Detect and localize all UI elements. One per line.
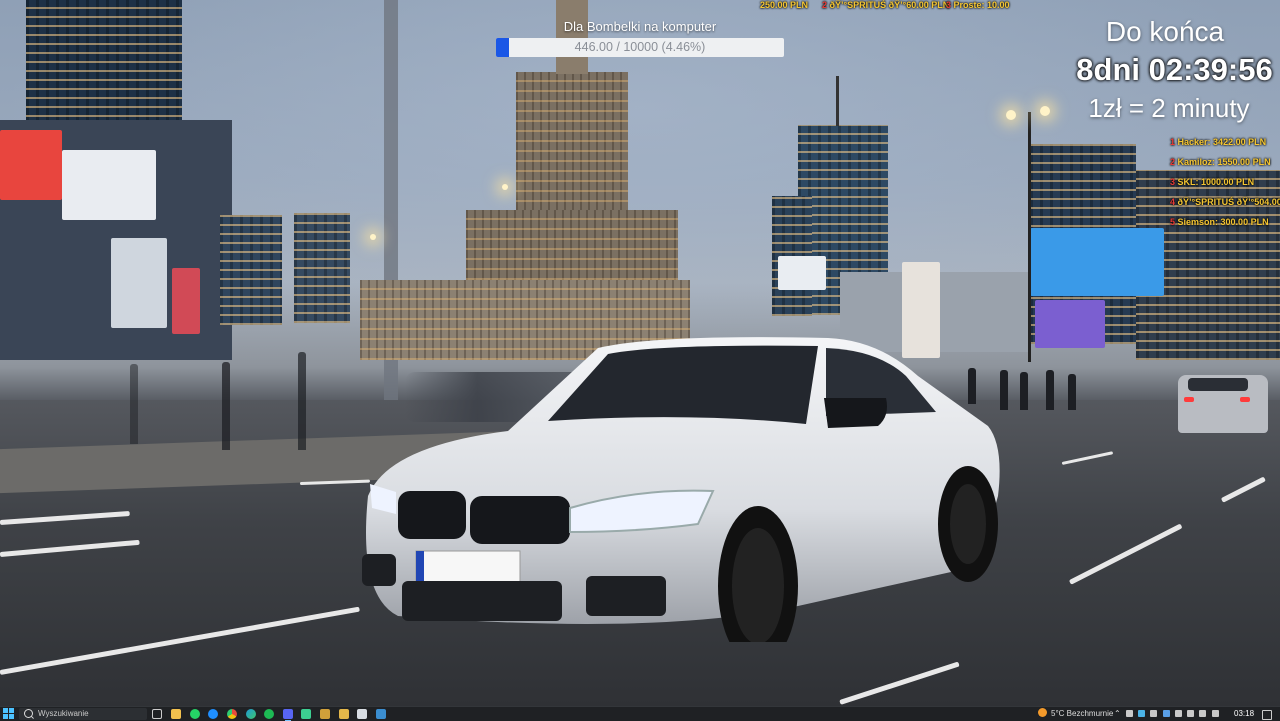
app-icon[interactable] <box>320 709 330 719</box>
whatsapp-icon[interactable] <box>190 709 200 719</box>
tray-app-icon[interactable] <box>1150 710 1158 717</box>
subathon-timer-rate: 1zł = 2 minuty <box>1088 93 1250 123</box>
building <box>836 76 839 126</box>
billboard <box>172 268 200 334</box>
notepad-icon[interactable] <box>357 709 367 719</box>
leaderboard-text: Kamiloz: 1550.00 PLN <box>1177 157 1271 167</box>
palace-spire <box>556 0 588 74</box>
task-view-icon[interactable] <box>152 709 162 719</box>
windows-logo-icon <box>3 714 8 719</box>
lamp-light <box>1040 106 1050 116</box>
leaderboard-row: 1 Hacker: 3422.00 PLN <box>1170 137 1280 157</box>
billboard <box>0 130 62 200</box>
tray-app-icon[interactable] <box>1187 710 1195 717</box>
weather-temp: 5°C <box>1051 709 1065 718</box>
spotify-icon[interactable] <box>264 709 274 719</box>
weather-sun-icon <box>1038 708 1047 717</box>
top-donor-entry: 250.00 PLN <box>760 0 808 10</box>
start-button[interactable] <box>3 708 15 720</box>
search-placeholder: Wyszukiwanie <box>38 709 89 718</box>
bluetooth-icon[interactable] <box>1162 710 1170 717</box>
lamp-light <box>1006 110 1016 120</box>
messenger-icon[interactable] <box>208 709 218 719</box>
leaderboard-text: SKL: 1000.00 PLN <box>1177 177 1255 187</box>
app-icon[interactable] <box>376 709 386 719</box>
leaderboard-text: ðŸ’°SPRITUŚ ðŸ’°504.00 PLN <box>1177 197 1280 207</box>
system-tray: ⌃ <box>1114 707 1222 721</box>
search-icon <box>24 709 33 718</box>
weather-widget[interactable]: 5°C Bezchmurnie <box>1038 707 1113 721</box>
windows-logo-icon <box>3 708 8 713</box>
edge-icon[interactable] <box>246 709 256 719</box>
subathon-timer-label: Do końca <box>1105 16 1225 47</box>
lamp-light <box>370 234 376 240</box>
building <box>294 213 350 323</box>
taskbar: Wyszukiwanie 5°C Bezchmurnie ⌃ 03:18 <box>0 706 1280 721</box>
tray-app-icon[interactable] <box>1174 710 1182 717</box>
donation-goal-progress-bar: 446.00 / 10000 (4.46%) <box>496 38 784 57</box>
windows-logo-icon <box>9 714 14 719</box>
app-icon[interactable] <box>301 709 311 719</box>
pedestrian <box>1020 372 1028 410</box>
donation-goal-title: Dla Bombelki na komputer <box>563 19 717 34</box>
leaderboard-row: 4 ðŸ’°SPRITUŚ ðŸ’°504.00 PLN <box>1170 197 1280 217</box>
pedestrian <box>298 352 306 450</box>
billboard <box>1030 228 1164 296</box>
car-graphic <box>362 337 1000 666</box>
taskbar-clock[interactable]: 03:18 <box>1234 707 1254 721</box>
file-explorer-icon[interactable] <box>171 709 181 719</box>
billboard <box>1035 300 1105 348</box>
lamp-light <box>502 184 508 190</box>
street-lamp <box>1028 112 1031 362</box>
billboard <box>778 256 826 290</box>
app-icon[interactable] <box>339 709 349 719</box>
billboard <box>62 150 156 220</box>
discord-icon[interactable] <box>283 709 293 721</box>
donation-leaderboard: 1 Hacker: 3422.00 PLN 2 Kamiloz: 1550.00… <box>1170 137 1280 237</box>
top-donor-text: Proste: 10.00 <box>953 0 1010 10</box>
billboard <box>111 238 167 328</box>
subathon-timer-value: 8dni 02:39:56 <box>1076 52 1273 87</box>
weather-condition: Bezchmurnie <box>1066 709 1114 718</box>
pedestrian <box>222 362 230 450</box>
leaderboard-rank: 5 <box>1170 217 1176 227</box>
leaderboard-row: 5 Siemson: 300.00 PLN <box>1170 217 1280 237</box>
chevron-up-icon[interactable]: ⌃ <box>1114 707 1121 721</box>
taskbar-search-box[interactable]: Wyszukiwanie <box>19 708 147 720</box>
pedestrian <box>130 364 138 444</box>
notification-icon[interactable] <box>1262 710 1272 720</box>
top-donor-text: 250.00 PLN <box>760 0 809 10</box>
building <box>220 215 282 325</box>
white-sedan <box>358 336 1004 666</box>
windows-logo-icon <box>9 708 14 713</box>
top-donor-rank: 2 <box>822 0 828 10</box>
leaderboard-rank: 1 <box>1170 137 1176 147</box>
leaderboard-text: Siemson: 300.00 PLN <box>1177 217 1269 227</box>
top-donor-rank: 3 <box>946 0 952 10</box>
leaderboard-row: 3 SKL: 1000.00 PLN <box>1170 177 1280 197</box>
top-donor-text: ðŸ’°SPRITUŚ ðŸ’°60.00 PLN <box>829 0 950 10</box>
volume-icon[interactable] <box>1211 710 1219 717</box>
donation-goal-progress-text: 446.00 / 10000 (4.46%) <box>574 40 706 54</box>
top-donor-entry: 2 ðŸ’°SPRITUŚ ðŸ’°60.00 PLN <box>822 0 949 10</box>
chrome-icon[interactable] <box>227 709 237 719</box>
leaderboard-rank: 2 <box>1170 157 1176 167</box>
tray-app-icon[interactable] <box>1125 710 1133 717</box>
tray-app-icon[interactable] <box>1138 710 1146 717</box>
leaderboard-rank: 4 <box>1170 197 1176 207</box>
pedestrian <box>1068 374 1076 410</box>
network-icon[interactable] <box>1199 710 1207 717</box>
leaderboard-row: 2 Kamiloz: 1550.00 PLN <box>1170 157 1280 177</box>
leaderboard-rank: 3 <box>1170 177 1176 187</box>
leaderboard-text: Hacker: 3422.00 PLN <box>1177 137 1267 147</box>
background-car <box>1178 375 1268 433</box>
top-donor-entry: 3 Proste: 10.00 <box>946 0 1010 10</box>
pedestrian <box>1046 370 1054 410</box>
